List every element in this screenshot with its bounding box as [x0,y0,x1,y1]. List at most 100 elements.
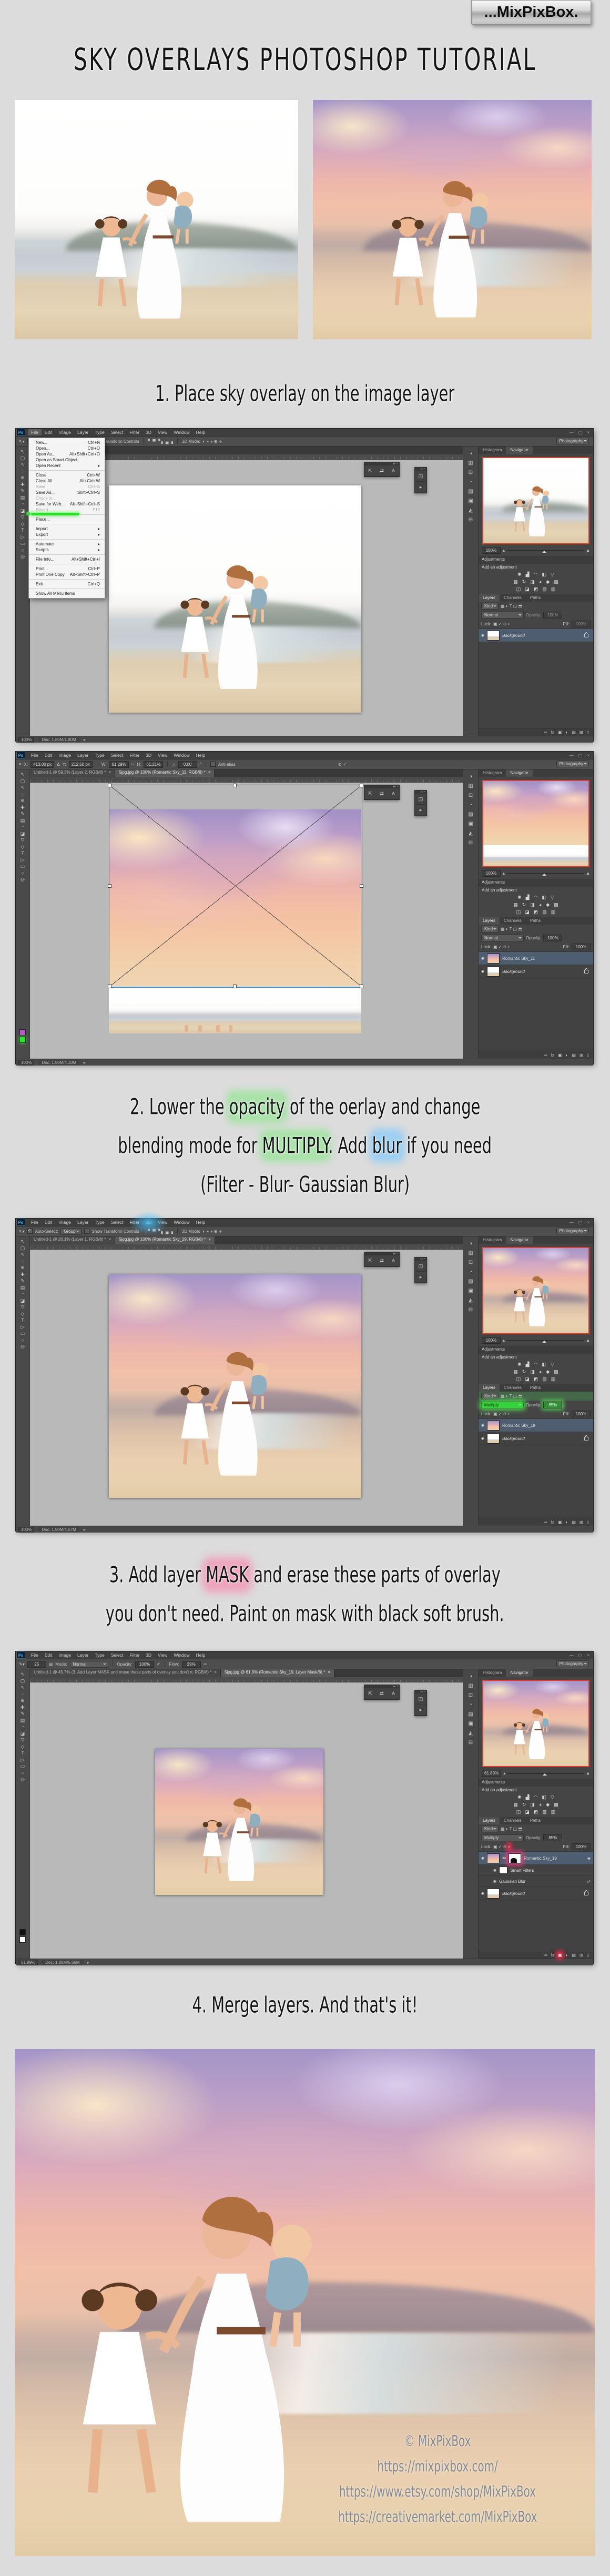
adjustment-icon[interactable]: ✺ [517,572,522,577]
panel-icon[interactable]: ▣ [468,498,473,504]
adjustment-icon[interactable]: ◫ [516,909,521,915]
layers-panel-action-icon[interactable]: ▯ [587,730,589,735]
auto-select-group-dropdown[interactable]: Group [60,1228,81,1235]
tool-icon[interactable]: ⊕ [21,1698,25,1703]
brush-flow-field[interactable]: 29% [182,1661,201,1668]
navigator-zoom-slider[interactable] [507,1340,584,1341]
menu-item[interactable]: Edit [42,1652,56,1658]
menu-item[interactable]: Edit [42,1219,56,1225]
panel-icon[interactable]: ◔ [469,479,472,485]
tab-layers[interactable]: Layers [479,1817,500,1824]
panel-icon[interactable]: ▧ [468,812,473,817]
file-menu-item[interactable] [29,469,105,471]
menu-item[interactable]: Select [108,752,127,758]
file-menu-item[interactable]: Print...Ctrl+P [29,566,105,572]
tab-channels[interactable]: Channels [500,1817,526,1824]
layers-panel-action-icon[interactable]: ▤ [572,1053,576,1058]
navigator-zoom-slider[interactable] [507,873,584,874]
adjustment-icon[interactable]: ▥ [551,1376,556,1382]
mini-panel-icon[interactable]: ▸ [415,1705,426,1716]
file-menu-item[interactable] [29,522,105,524]
tool-icon[interactable]: ▭ [21,864,25,869]
navigator-zoom-field[interactable]: 100% [482,547,501,554]
link-layers-icon[interactable]: ∞ [544,1953,547,1958]
brush-panel-icon[interactable]: ▤ [49,1662,53,1667]
window-control-icon[interactable]: × [587,1653,589,1658]
panel-icon[interactable]: ▧ [468,1279,473,1284]
adjustment-icon[interactable]: ▽ [551,895,554,900]
panel-icon[interactable]: ◭ [469,508,473,513]
tool-icon[interactable]: ▽ [21,514,25,520]
file-menu-item[interactable]: Open as Smart Object... [29,457,105,463]
menu-item[interactable]: Help [193,752,208,758]
file-menu-item[interactable]: Open Recent▸ [29,463,105,469]
adjustment-icon[interactable]: ◨ [530,579,535,585]
adjustment-icon[interactable]: ◕ [539,902,542,908]
file-menu-item[interactable]: Place... [29,516,105,522]
tool-icon[interactable]: ◪ [21,1298,25,1303]
tool-icon[interactable]: ⊕ [21,1265,25,1270]
tool-preset-icon[interactable]: ↖▾ [19,439,25,444]
panel-icon[interactable]: ▧ [468,489,473,494]
menu-item[interactable]: Type [92,752,107,758]
tool-icon[interactable]: ▤ [21,495,25,500]
menu-item[interactable]: Image [55,1219,74,1225]
file-menu-item[interactable]: Open As...Alt+Shift+Ctrl+O [29,451,105,457]
layers-panel-action-icon[interactable]: ◐ [565,730,568,735]
menu-item[interactable]: Type [92,429,107,435]
adjustment-icon[interactable]: ↻ [522,579,526,585]
mini-panel-icon[interactable]: ◳ [415,794,426,805]
tool-icon[interactable]: ◪ [21,1731,25,1736]
file-menu-item[interactable]: ExitCtrl+Q [29,581,105,587]
angle-field[interactable]: 0.00 [178,761,197,768]
tool-icon[interactable]: ↖ [21,772,25,777]
tab-paths[interactable]: Paths [526,1817,545,1824]
menu-item[interactable]: 3D [143,1652,155,1658]
layers-panel-action-icon[interactable]: ∞ [544,1520,547,1525]
panel-icon[interactable]: ◭ [469,1730,473,1736]
layer-group-icon[interactable]: ▤ [572,1953,576,1958]
panel-icon[interactable]: ▥ [468,1250,473,1256]
adjustment-icon[interactable]: ▦ [513,1802,518,1808]
adjustment-icon[interactable]: ◪ [525,1376,530,1382]
layer-row-background[interactable]: ◉ Background [479,629,593,642]
adjustment-icon[interactable]: ◠ [534,572,538,577]
adjustment-icon[interactable]: ◩ [534,909,538,915]
adjustment-icon[interactable]: ✺ [517,895,522,900]
window-control-icon[interactable]: ▢ [578,1220,583,1225]
mini-panel-icon[interactable]: ▸ [415,805,426,816]
tool-icon[interactable]: ∿ [21,1252,25,1257]
tab-histogram[interactable]: Histogram [479,447,506,454]
tool-icon[interactable]: ◔ [21,1724,24,1729]
adjustment-icon[interactable]: ◆ [546,579,550,585]
layer-row-sky-masked[interactable]: ◉ ⧓ Romantic Sky_19 ◈ [479,1852,593,1865]
tool-icon[interactable]: ◌ [21,792,24,797]
mini-panel-icon[interactable]: ⇱ [364,788,376,799]
layer-thumbnail[interactable] [487,1434,500,1444]
opacity-field[interactable]: 85% [543,1402,562,1408]
menu-item[interactable]: Select [108,1219,127,1225]
tool-icon[interactable]: ∿ [21,462,25,467]
file-menu-item[interactable] [29,577,105,580]
tool-icon[interactable]: ▤ [21,818,25,823]
file-menu-item[interactable]: Save As...Shift+Ctrl+S [29,490,105,495]
menu-item[interactable]: View [155,1219,170,1225]
brush-size-field[interactable]: 25 [27,1661,46,1668]
menu-item[interactable]: File [28,752,42,758]
file-menu-item[interactable]: SaveCtrl+S [29,484,105,490]
tool-icon[interactable]: ∿ [21,1685,25,1690]
adjustment-icon[interactable]: ◪ [525,586,530,592]
airbrush-icon[interactable]: ✑ [204,1662,207,1667]
menu-item[interactable]: File [28,1219,42,1225]
layer-style-icon[interactable]: fx [551,1953,554,1958]
panel-icon[interactable]: ▥ [468,460,473,466]
brush-tool-icon[interactable]: ✎▾ [19,1662,25,1667]
mini-panel-icon[interactable]: ⇄ [376,788,388,799]
gaussian-blur-row[interactable]: ◉ Gaussian Blur ⇄ [479,1876,593,1887]
menu-item[interactable]: View [155,1652,170,1658]
status-zoom[interactable]: 100% [18,1527,34,1533]
canvas-pasteboard[interactable]: ▸▸ × ⇱⇄A ▸▸ × ◳▸ [30,1682,463,1959]
kind-filter-dropdown[interactable]: Kind [481,603,499,610]
mini-panel-icon[interactable]: ▸ [415,1272,426,1283]
adjustment-icon[interactable]: ◆ [546,902,550,908]
